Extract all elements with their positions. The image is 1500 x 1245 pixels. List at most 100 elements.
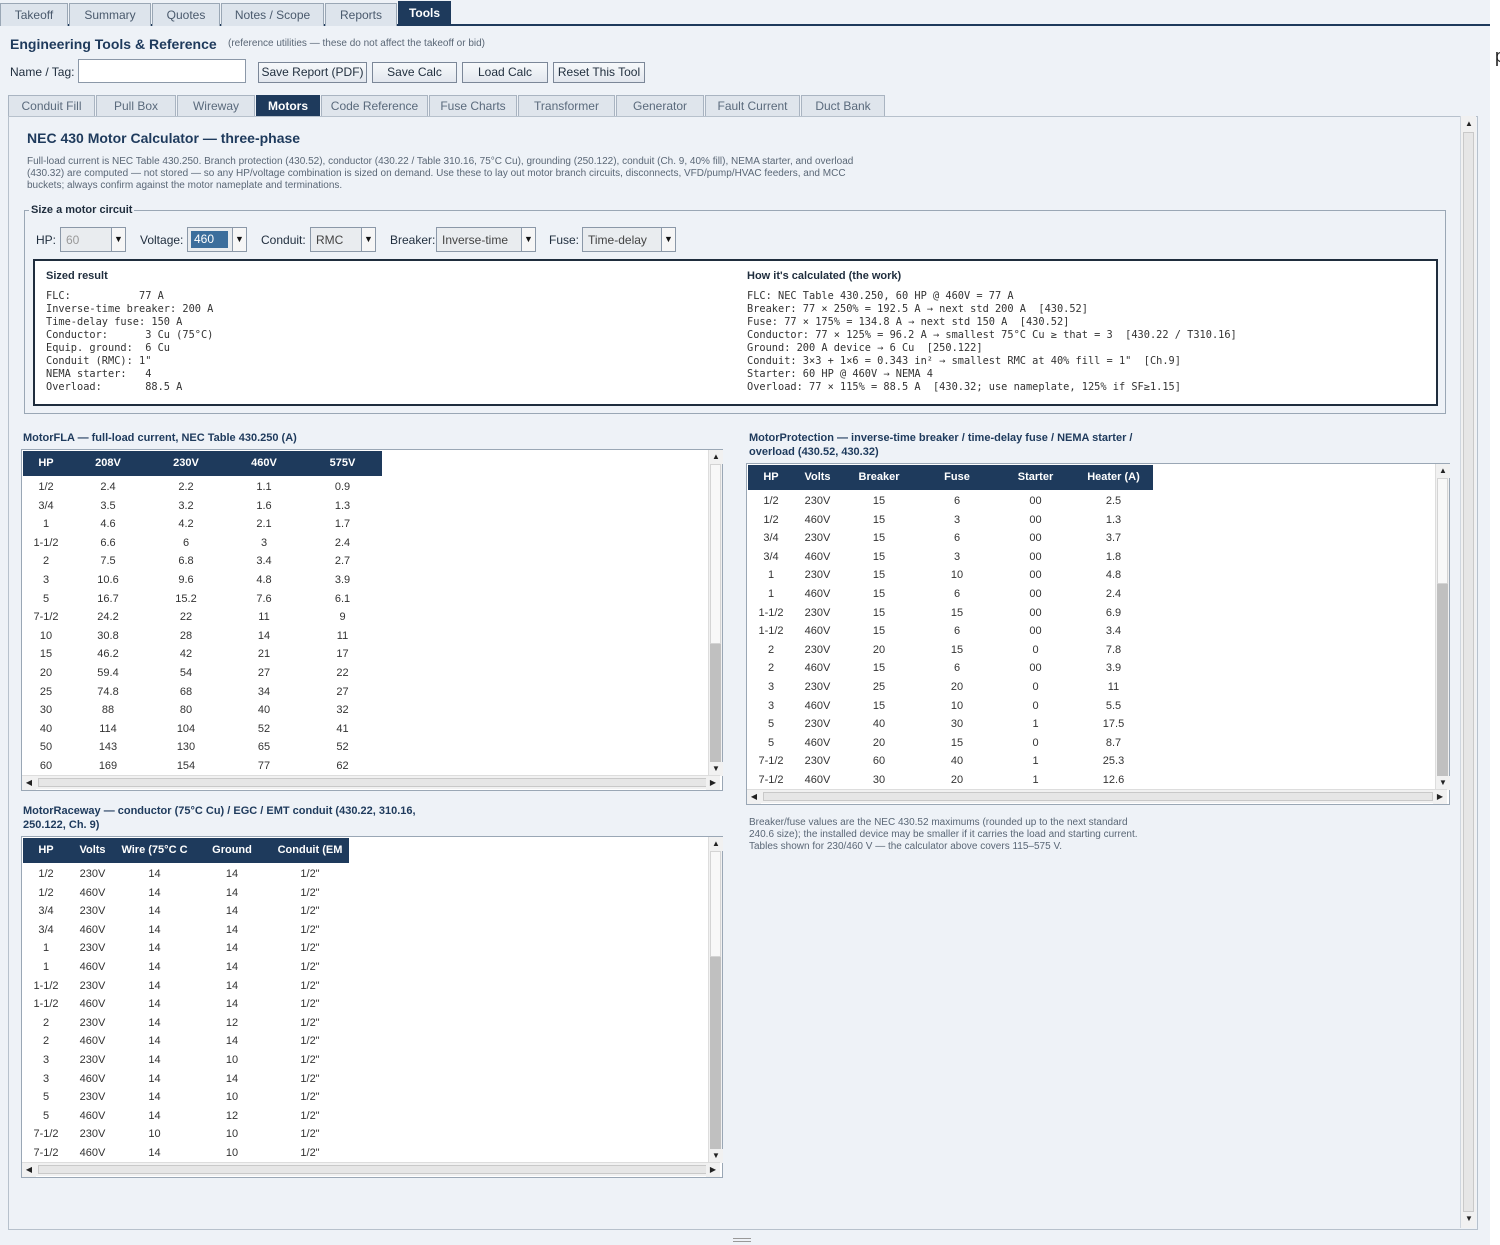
tab-tools[interactable]: Tools [398, 1, 451, 26]
scroll-track[interactable] [710, 644, 721, 764]
scroll-down-arrow-icon[interactable]: ▼ [1436, 776, 1450, 790]
resize-grip[interactable] [733, 1238, 751, 1242]
table-row[interactable]: 7-1/2 460V 14 10 1/2" [23, 1144, 349, 1163]
scroll-track[interactable] [1437, 584, 1448, 784]
table-row[interactable]: 1-1/2 460V 14 14 1/2" [23, 995, 349, 1014]
table-row[interactable]: 1 4.6 4.2 2.1 1.7 [23, 515, 382, 534]
scroll-up-arrow-icon[interactable]: ▲ [709, 450, 723, 464]
table-row[interactable]: 10 30.8 28 14 11 [23, 627, 382, 646]
table-row[interactable]: 25 74.8 68 34 27 [23, 683, 382, 702]
scroll-track[interactable] [710, 957, 721, 1157]
column-header[interactable]: 208V [69, 451, 147, 476]
table-row[interactable]: 1/2 230V 15 6 00 2.5 [748, 492, 1153, 511]
table-horizontal-scrollbar[interactable]: ◀ ▶ [22, 1162, 720, 1177]
panel-scrollbar[interactable]: ▲ ▼ [1460, 116, 1476, 1228]
table-row[interactable]: 15 46.2 42 21 17 [23, 645, 382, 664]
chevron-down-icon[interactable]: ▼ [111, 228, 125, 251]
table-row[interactable]: 2 460V 14 14 1/2" [23, 1032, 349, 1051]
tab-conduit-fill[interactable]: Conduit Fill [8, 95, 95, 117]
table-row[interactable]: 3 460V 15 10 0 5.5 [748, 697, 1153, 716]
column-header[interactable]: Heater (A) [1074, 465, 1153, 490]
chevron-down-icon[interactable]: ▼ [361, 228, 375, 251]
table-row[interactable]: 1 230V 14 14 1/2" [23, 939, 349, 958]
tab-notes-scope[interactable]: Notes / Scope [221, 3, 324, 26]
chevron-down-icon[interactable]: ▼ [521, 228, 535, 251]
table-row[interactable]: 1/2 460V 15 3 00 1.3 [748, 511, 1153, 530]
table-row[interactable]: 60 169 154 77 62 [23, 757, 382, 776]
tab-transformer[interactable]: Transformer [518, 95, 615, 117]
column-header[interactable]: HP [23, 838, 69, 863]
tab-takeoff[interactable]: Takeoff [0, 3, 68, 26]
scroll-thumb[interactable] [710, 464, 721, 644]
table-row[interactable]: 7-1/2 460V 30 20 1 12.6 [748, 771, 1153, 790]
tab-fault-current[interactable]: Fault Current [705, 95, 800, 117]
scroll-right-arrow-icon[interactable]: ▶ [706, 1163, 720, 1177]
column-header[interactable]: Fuse [917, 465, 997, 490]
table-row[interactable]: 3 10.6 9.6 4.8 3.9 [23, 571, 382, 590]
scroll-thumb[interactable] [38, 778, 708, 787]
table-horizontal-scrollbar[interactable]: ◀ ▶ [22, 775, 720, 790]
breaker-select[interactable]: Inverse-time ▼ [436, 227, 536, 252]
tab-wireway[interactable]: Wireway [177, 95, 255, 117]
table-row[interactable]: 1-1/2 460V 15 6 00 3.4 [748, 622, 1153, 641]
chevron-down-icon[interactable]: ▼ [661, 228, 675, 251]
table-row[interactable]: 2 460V 15 6 00 3.9 [748, 659, 1153, 678]
table-horizontal-scrollbar[interactable]: ◀ ▶ [747, 789, 1447, 804]
table-row[interactable]: 1 230V 15 10 00 4.8 [748, 566, 1153, 585]
table-vertical-scrollbar[interactable]: ▲ ▼ [708, 450, 723, 776]
load-calc-button[interactable]: Load Calc [462, 62, 548, 83]
scroll-right-arrow-icon[interactable]: ▶ [1433, 790, 1447, 804]
scroll-up-arrow-icon[interactable]: ▲ [709, 837, 723, 851]
name-tag-input[interactable] [78, 59, 246, 83]
table-row[interactable]: 3/4 230V 14 14 1/2" [23, 902, 349, 921]
raceway-table[interactable]: HP Volts Wire (75°C C Ground Conduit (EM 1/2 2… [21, 836, 723, 1178]
scroll-thumb[interactable] [1437, 478, 1448, 584]
table-row[interactable]: 5 460V 20 15 0 8.7 [748, 734, 1153, 753]
column-header[interactable]: 230V [147, 451, 225, 476]
table-row[interactable]: 1 460V 15 6 00 2.4 [748, 585, 1153, 604]
scroll-up-arrow-icon[interactable]: ▲ [1436, 464, 1450, 478]
table-row[interactable]: 5 460V 14 12 1/2" [23, 1107, 349, 1126]
scroll-right-arrow-icon[interactable]: ▶ [706, 776, 720, 790]
column-header[interactable]: Volts [794, 465, 841, 490]
column-header[interactable]: Wire (75°C C [116, 838, 193, 863]
column-header[interactable]: Breaker [841, 465, 917, 490]
table-row[interactable]: 3/4 460V 15 3 00 1.8 [748, 548, 1153, 567]
tab-generator[interactable]: Generator [616, 95, 704, 117]
table-row[interactable]: 3 230V 25 20 0 11 [748, 678, 1153, 697]
table-row[interactable]: 5 230V 40 30 1 17.5 [748, 715, 1153, 734]
column-header[interactable]: 575V [303, 451, 382, 476]
tab-summary[interactable]: Summary [69, 3, 151, 26]
table-row[interactable]: 3 460V 14 14 1/2" [23, 1070, 349, 1089]
table-row[interactable]: 1/2 2.4 2.2 1.1 0.9 [23, 478, 382, 497]
table-row[interactable]: 40 114 104 52 41 [23, 720, 382, 739]
hp-select[interactable]: 60 ▼ [60, 227, 126, 252]
table-row[interactable]: 2 230V 14 12 1/2" [23, 1014, 349, 1033]
reset-tool-button[interactable]: Reset This Tool [553, 62, 645, 83]
scroll-up-arrow-icon[interactable]: ▲ [1462, 117, 1476, 131]
table-row[interactable]: 5 16.7 15.2 7.6 6.1 [23, 590, 382, 609]
table-row[interactable]: 2 230V 20 15 0 7.8 [748, 641, 1153, 660]
table-row[interactable]: 3/4 3.5 3.2 1.6 1.3 [23, 497, 382, 516]
conduit-select[interactable]: RMC ▼ [310, 227, 376, 252]
column-header[interactable]: Starter [997, 465, 1074, 490]
column-header[interactable]: Volts [69, 838, 116, 863]
fla-table[interactable]: HP 208V 230V 460V 575V 1/2 2.4 2.2 1.1 0.9 3/4 3.5 3… [21, 449, 723, 791]
table-vertical-scrollbar[interactable]: ▲ ▼ [708, 837, 723, 1163]
table-vertical-scrollbar[interactable]: ▲ ▼ [1435, 464, 1450, 790]
table-row[interactable]: 3 230V 14 10 1/2" [23, 1051, 349, 1070]
scroll-thumb[interactable] [38, 1165, 708, 1174]
tab-code-reference[interactable]: Code Reference [321, 95, 428, 117]
scroll-thumb[interactable] [1463, 132, 1474, 1212]
column-header[interactable]: Conduit (EM [271, 838, 349, 863]
save-report-button[interactable]: Save Report (PDF) [258, 62, 367, 83]
table-row[interactable]: 20 59.4 54 27 22 [23, 664, 382, 683]
tab-reports[interactable]: Reports [325, 3, 397, 26]
table-row[interactable]: 1-1/2 230V 14 14 1/2" [23, 977, 349, 996]
tab-duct-bank[interactable]: Duct Bank [801, 95, 885, 117]
table-row[interactable]: 7-1/2 24.2 22 11 9 [23, 608, 382, 627]
scroll-left-arrow-icon[interactable]: ◀ [22, 1163, 36, 1177]
table-row[interactable]: 5 230V 14 10 1/2" [23, 1088, 349, 1107]
table-row[interactable]: 50 143 130 65 52 [23, 738, 382, 757]
tab-motors[interactable]: Motors [256, 95, 320, 117]
